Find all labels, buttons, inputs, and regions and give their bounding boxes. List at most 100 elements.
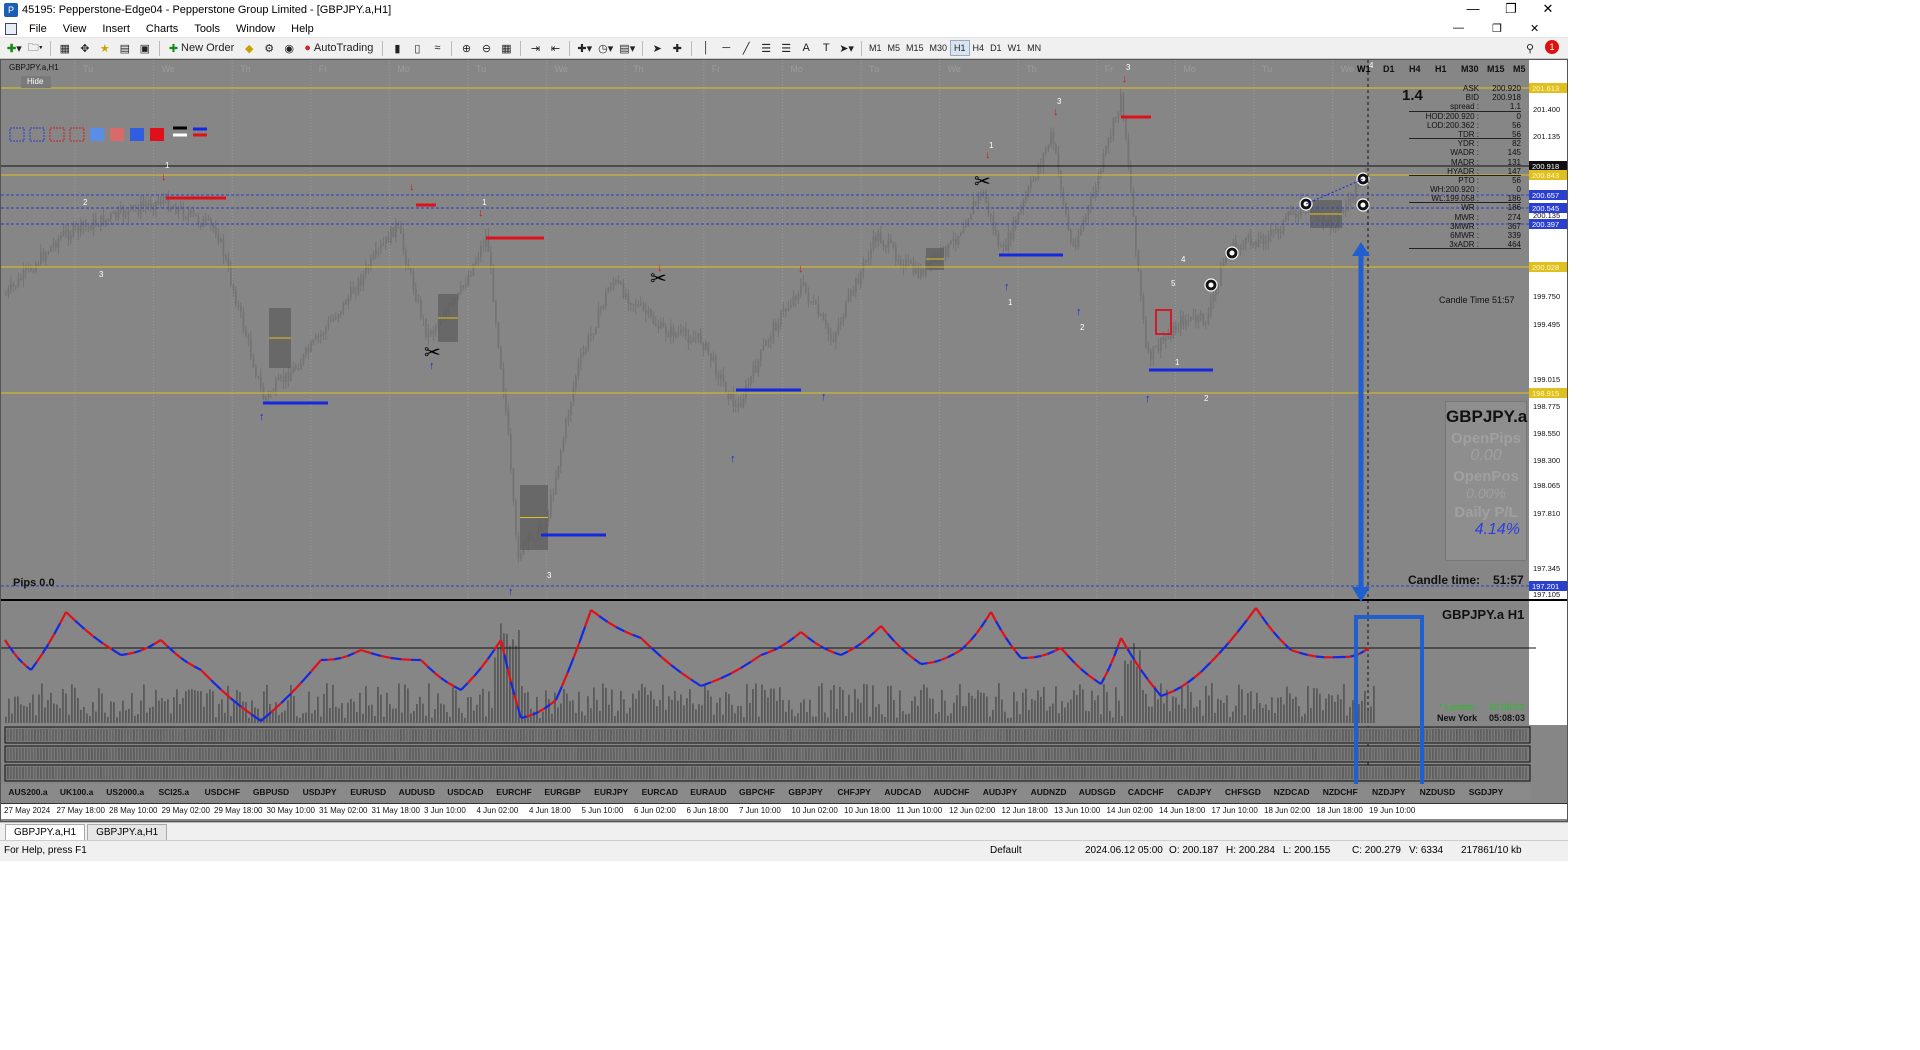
new-order-button[interactable]: ✚ New Order	[165, 40, 238, 57]
doc-minimize-button[interactable]: —	[1453, 22, 1464, 34]
strip-tick	[235, 767, 237, 779]
close-button[interactable]: ✕	[1525, 0, 1571, 20]
candle-body	[325, 327, 327, 334]
tf-d1-button[interactable]: D1	[987, 40, 1005, 56]
templates-icon[interactable]: ▤▾	[617, 40, 637, 57]
pair-button[interactable]: EURJPY	[588, 787, 634, 797]
pair-button[interactable]: AUDSGD	[1074, 787, 1120, 797]
pair-button[interactable]: USDCHF	[199, 787, 245, 797]
chart-tab[interactable]: GBPJPY.a,H1	[87, 824, 168, 840]
text-label-icon[interactable]: T	[817, 40, 835, 57]
equidistant-channel-icon[interactable]: ☰	[757, 40, 775, 57]
new-chart-icon[interactable]: ✚ ▾	[5, 40, 24, 57]
tf-w1-button[interactable]: W1	[1005, 40, 1025, 56]
trendline-icon[interactable]: ╱	[737, 40, 755, 57]
horizontal-line-icon[interactable]: ─	[717, 40, 735, 57]
document-icon[interactable]	[5, 22, 17, 35]
pair-button[interactable]: AUDJPY	[977, 787, 1023, 797]
vertical-line-icon[interactable]: │	[697, 40, 715, 57]
pair-button[interactable]: CHFJPY	[831, 787, 877, 797]
profiles-icon[interactable]: 🗀▾	[26, 40, 45, 57]
tf-h4-button[interactable]: H4	[970, 40, 988, 56]
menu-file[interactable]: File	[21, 23, 55, 35]
pair-button[interactable]: NZDUSD	[1414, 787, 1460, 797]
menu-window[interactable]: Window	[228, 23, 283, 35]
menu-help[interactable]: Help	[283, 23, 322, 35]
pair-button[interactable]: GBPUSD	[248, 787, 294, 797]
pair-button[interactable]: USDJPY	[297, 787, 343, 797]
doc-close-button[interactable]: ✕	[1530, 22, 1539, 35]
pair-button[interactable]: EURCHF	[491, 787, 537, 797]
pair-button[interactable]: EURAUD	[685, 787, 731, 797]
crosshair-icon[interactable]: ✚	[668, 40, 686, 57]
market-watch-icon[interactable]: ▦	[56, 40, 74, 57]
tile-windows-icon[interactable]: ▦	[497, 40, 515, 57]
pair-button[interactable]: AUDCAD	[880, 787, 926, 797]
bar-chart-icon[interactable]: ▮	[388, 40, 406, 57]
pair-button[interactable]: US2000.a	[102, 787, 148, 797]
pair-button[interactable]: GBPJPY	[783, 787, 829, 797]
tf-mn-button[interactable]: MN	[1024, 40, 1044, 56]
candle-body	[335, 317, 337, 319]
signals-icon[interactable]: ⚙	[260, 40, 278, 57]
candlestick-icon[interactable]: ▯	[408, 40, 426, 57]
volume-bar	[1175, 697, 1177, 723]
pair-button[interactable]: SGDJPY	[1463, 787, 1509, 797]
autotrading-button[interactable]: ● AutoTrading	[300, 40, 377, 57]
pair-button[interactable]: AUDNZD	[1026, 787, 1072, 797]
tf-m1-button[interactable]: M1	[866, 40, 885, 56]
notifications-icon[interactable]: 1	[1545, 40, 1559, 54]
pair-button[interactable]: EURGBP	[540, 787, 586, 797]
navigator-icon[interactable]: ✥	[76, 40, 94, 57]
pair-button[interactable]: NZDCAD	[1269, 787, 1315, 797]
menu-charts[interactable]: Charts	[138, 23, 186, 35]
pair-button[interactable]: CADJPY	[1171, 787, 1217, 797]
pair-button[interactable]: AUDUSD	[394, 787, 440, 797]
market-icon[interactable]: ◉	[280, 40, 298, 57]
terminal-icon[interactable]: ▤	[116, 40, 134, 57]
pair-button[interactable]: AUS200.a	[5, 787, 51, 797]
tester-icon[interactable]: ▣	[136, 40, 154, 57]
chart-shift-icon[interactable]: ⇤	[546, 40, 564, 57]
favorites-star-icon[interactable]: ★	[96, 40, 114, 57]
tf-m15-button[interactable]: M15	[903, 40, 927, 56]
text-icon[interactable]: A	[797, 40, 815, 57]
volume-bar	[452, 687, 454, 723]
line-chart-icon[interactable]: ≈	[428, 40, 446, 57]
chart-canvas[interactable]: Tu We Th Fr Mo Tu We Th Fr Mo Tu We Th Fr Mo Tu We↓↓↓↓ ↓↓…	[1, 60, 1567, 821]
candle-body	[732, 392, 735, 407]
zoom-out-icon[interactable]: ⊖	[477, 40, 495, 57]
chart-tab-active[interactable]: GBPJPY.a,H1	[5, 824, 86, 840]
autoscroll-icon[interactable]: ⇥	[526, 40, 544, 57]
menu-insert[interactable]: Insert	[94, 23, 138, 35]
pair-button[interactable]: NZDJPY	[1366, 787, 1412, 797]
pair-button[interactable]: USDCAD	[442, 787, 488, 797]
pair-button[interactable]: GBPCHF	[734, 787, 780, 797]
volume-bar	[395, 708, 397, 723]
tf-m30-button[interactable]: M30	[927, 40, 951, 56]
pair-button[interactable]: SCI25.a	[151, 787, 197, 797]
arrows-icon[interactable]: ➤▾	[837, 40, 856, 57]
pair-button[interactable]: NZDCHF	[1317, 787, 1363, 797]
pair-button[interactable]: EURUSD	[345, 787, 391, 797]
doc-restore-button[interactable]: ❐	[1492, 22, 1502, 35]
chart-window[interactable]: Tu We Th Fr Mo Tu We Th Fr Mo Tu We Th Fr Mo Tu We ↓ ↓ ↓ ↓ ↓ ↓…	[0, 59, 1568, 822]
pair-button[interactable]: AUDCHF	[928, 787, 974, 797]
hide-button[interactable]: Hide	[21, 76, 51, 88]
menu-tools[interactable]: Tools	[186, 23, 228, 35]
metaeditor-icon[interactable]: ◆	[240, 40, 258, 57]
menu-view[interactable]: View	[55, 23, 95, 35]
fibonacci-icon[interactable]: ☰	[777, 40, 795, 57]
tf-m5-button[interactable]: M5	[884, 40, 903, 56]
volume-bar	[74, 687, 76, 723]
search-icon[interactable]: ⚲	[1521, 40, 1539, 57]
indicators-icon[interactable]: ✚▾	[575, 40, 594, 57]
pair-button[interactable]: CADCHF	[1123, 787, 1169, 797]
pair-button[interactable]: EURCAD	[637, 787, 683, 797]
cursor-icon[interactable]: ➤	[648, 40, 666, 57]
pair-button[interactable]: UK100.a	[54, 787, 100, 797]
zoom-in-icon[interactable]: ⊕	[457, 40, 475, 57]
pair-button[interactable]: CHFSGD	[1220, 787, 1266, 797]
tf-h1-button[interactable]: H1	[950, 40, 970, 56]
periods-clock-icon[interactable]: ◷▾	[596, 40, 615, 57]
